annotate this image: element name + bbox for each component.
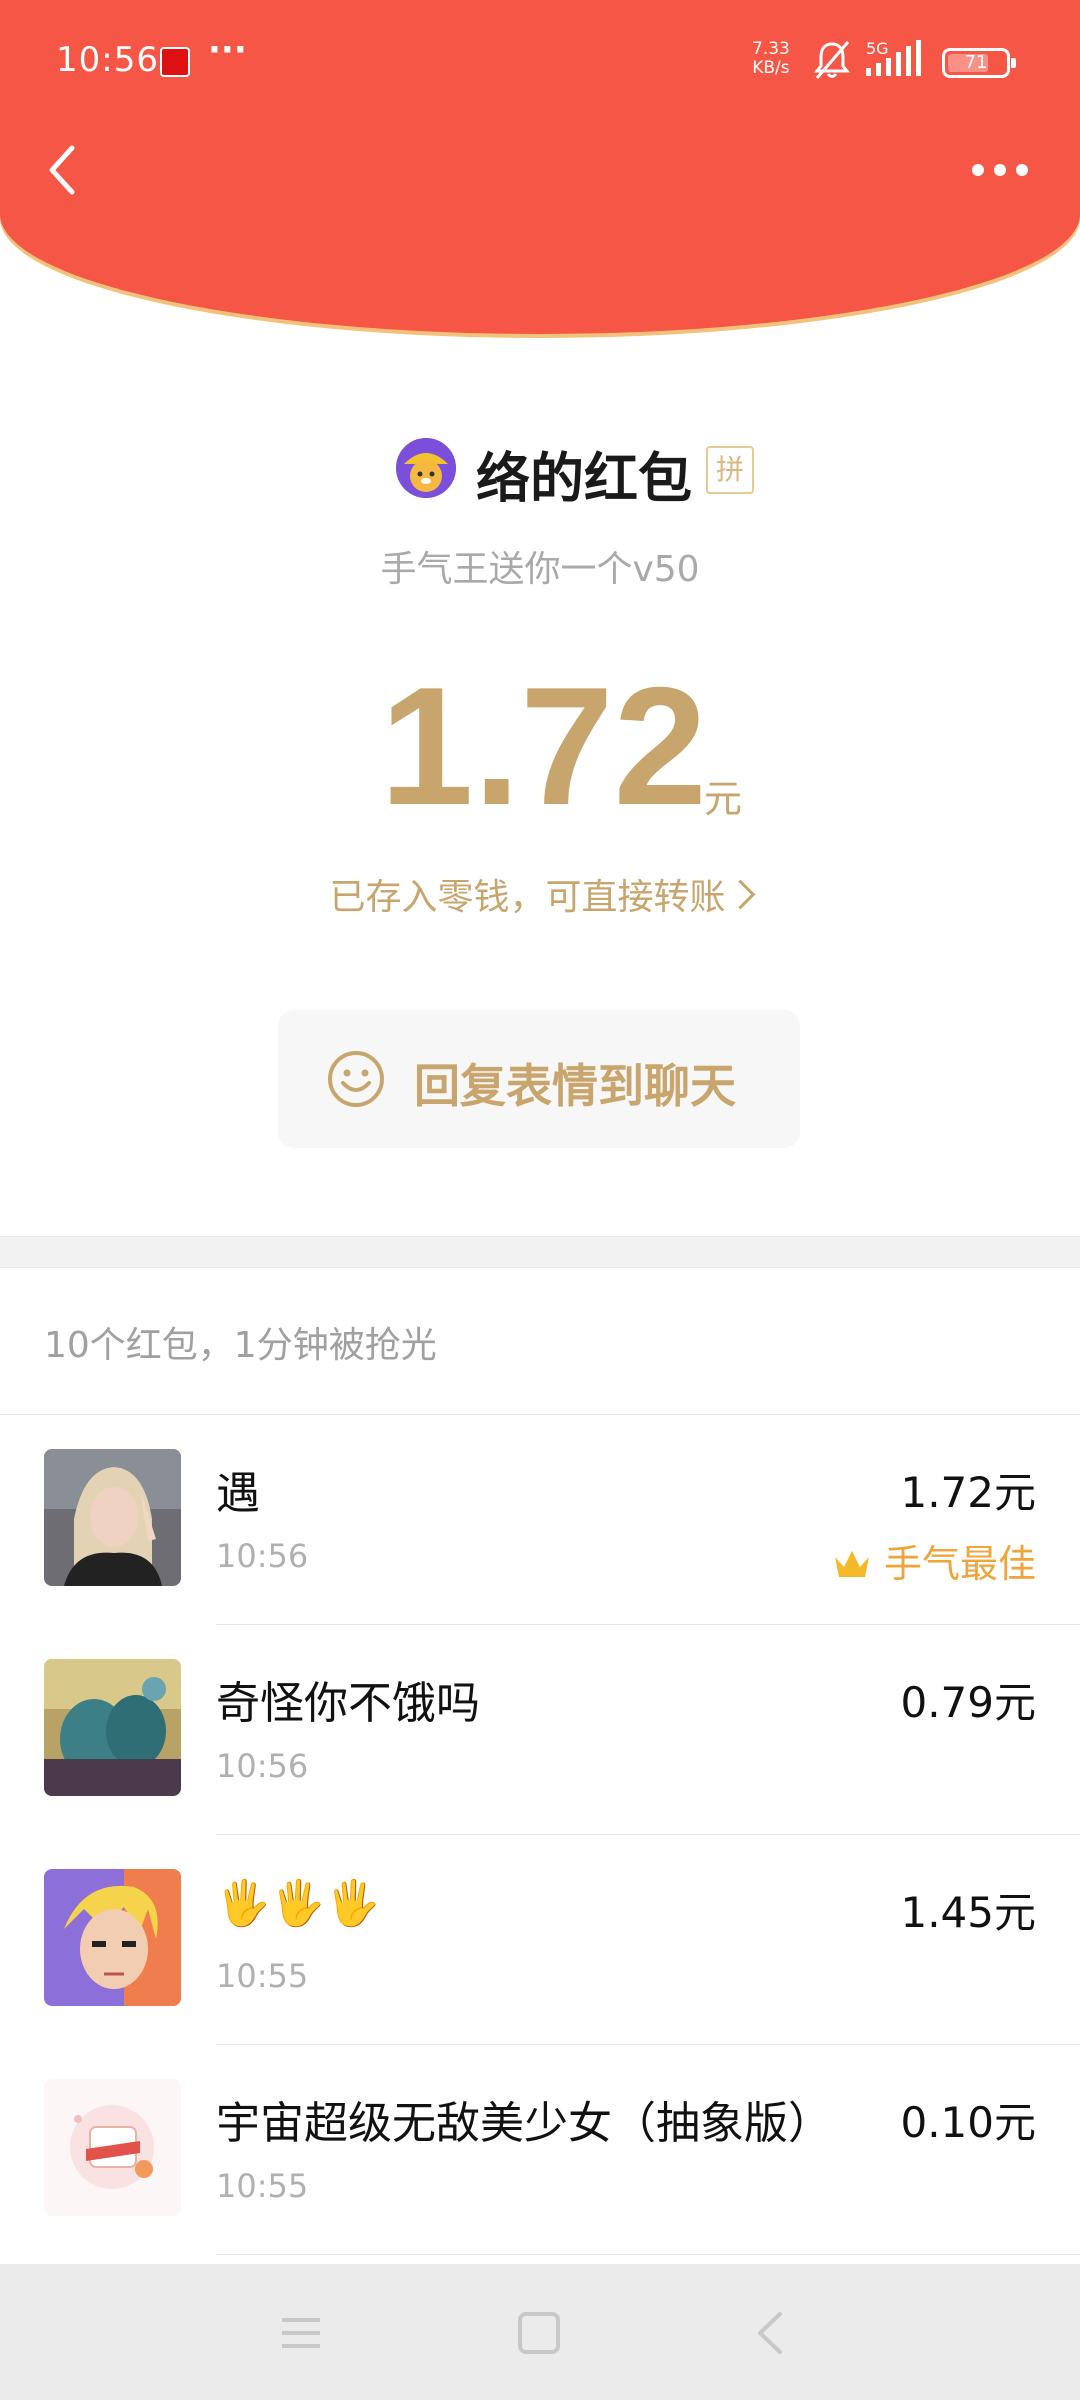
battery-nub (1011, 58, 1016, 68)
reply-sticker-label: 回复表情到聊天 (414, 1059, 736, 1113)
status-bar: 10:56 ··· 7.33 KB/s 5G 71 (0, 0, 1080, 124)
back-nav-icon[interactable] (746, 2308, 796, 2358)
speed-value: 7.33 (752, 39, 790, 59)
deposit-link[interactable]: 已存入零钱，可直接转账 (0, 868, 1080, 920)
reply-sticker-button[interactable]: 回复表情到聊天 (278, 1010, 800, 1148)
smiley-icon (328, 1051, 384, 1107)
menu-icon[interactable] (276, 2308, 326, 2358)
section-divider (0, 1236, 1080, 1268)
battery-icon: 71 (942, 48, 1016, 78)
more-options-button[interactable] (968, 150, 1032, 190)
avatar (44, 1659, 181, 1796)
user-name: 宇宙超级无敌美少女（抽象版） (216, 2098, 832, 2149)
mute-bell-icon (813, 41, 851, 79)
amount-unit: 元 (704, 777, 743, 821)
back-button[interactable] (34, 140, 94, 200)
avatar (44, 1449, 181, 1586)
sender-row: 络的红包 拼 (0, 428, 1080, 510)
grab-time: 10:55 (216, 1957, 309, 1995)
list-item[interactable]: 奇怪你不饿吗 10:56 0.79元 (0, 1625, 1080, 1835)
amount-value: 1.72 (380, 652, 707, 840)
app-notification-icon (160, 47, 190, 77)
best-luck-badge: 手气最佳 (832, 1533, 1036, 1588)
network-type: 5G (866, 39, 889, 58)
sender-name: 络的红包 (476, 447, 692, 510)
list-item[interactable]: 宇宙超级无敌美少女（抽象版） 10:55 0.10元 (0, 2045, 1080, 2255)
user-name: 奇怪你不饿吗 (216, 1678, 480, 1729)
status-time: 10:56 (56, 40, 159, 80)
status-more-icon: ··· (208, 30, 247, 70)
speed-unit: KB/s (752, 58, 790, 78)
packet-message: 手气王送你一个v50 (380, 549, 700, 590)
grab-time: 10:56 (216, 1537, 309, 1575)
dog-avatar-icon (396, 438, 456, 498)
network-speed: 7.33 KB/s (752, 40, 790, 78)
signal-5g-icon: 5G (866, 39, 921, 76)
packet-summary: 10个红包，1分钟被抢光 (44, 1325, 437, 1366)
crown-icon (834, 1551, 869, 1577)
grab-time: 10:55 (216, 2167, 309, 2205)
user-name: 🖐🖐🖐 (216, 1878, 381, 1929)
divider (216, 2254, 1080, 2255)
sender-avatar (396, 438, 456, 498)
list-item[interactable]: 遇 10:56 1.72元 手气最佳 (0, 1415, 1080, 1625)
deposit-text: 已存入零钱，可直接转账 (329, 877, 726, 918)
avatar (44, 1869, 181, 2006)
grab-time: 10:56 (216, 1747, 309, 1785)
home-icon[interactable] (514, 2308, 564, 2358)
avatar (44, 2079, 181, 2216)
grab-amount: 0.10元 (900, 2098, 1036, 2147)
battery-level: 71 (964, 52, 988, 73)
group-packet-tag: 拼 (706, 446, 754, 494)
grab-amount: 1.72元 (900, 1468, 1036, 1517)
user-name: 遇 (216, 1468, 260, 1519)
list-item[interactable]: 🖐🖐🖐 10:55 1.45元 (0, 1835, 1080, 2045)
chevron-right-icon (725, 879, 755, 910)
grab-amount: 1.45元 (900, 1888, 1036, 1937)
grab-amount: 0.79元 (900, 1678, 1036, 1727)
best-luck-label: 手气最佳 (883, 1542, 1036, 1586)
system-nav-bar (0, 2264, 1080, 2400)
